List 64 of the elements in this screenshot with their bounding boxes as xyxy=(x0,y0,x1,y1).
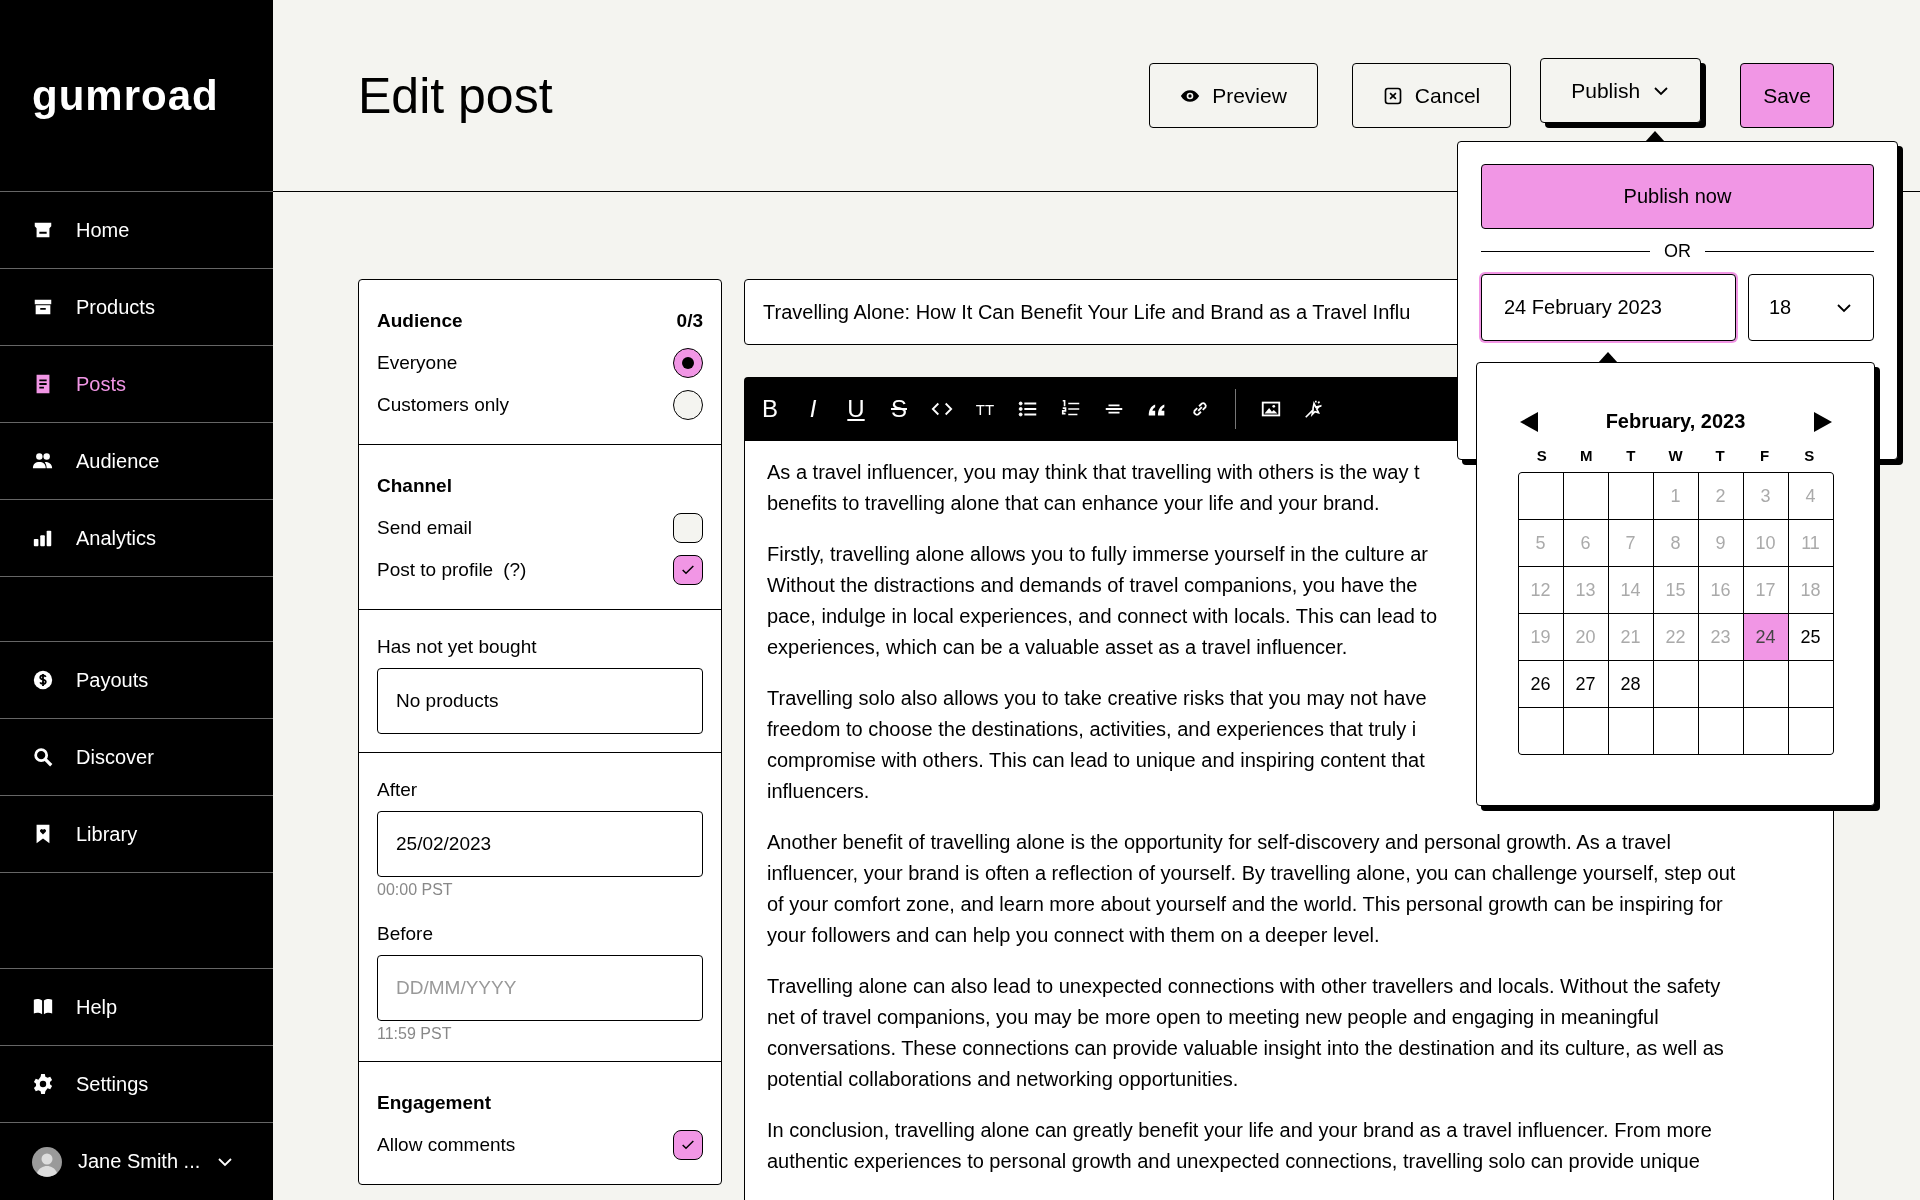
previous-month-button[interactable] xyxy=(1519,411,1538,432)
size-tool[interactable]: TT xyxy=(967,391,1003,427)
checkbox-label: Post to profile xyxy=(377,559,494,581)
cancel-button[interactable]: Cancel xyxy=(1351,63,1512,128)
weekday-label: W xyxy=(1667,447,1684,464)
close-icon xyxy=(1382,85,1403,106)
paragraph: Another benefit of travelling alone is the opportunity for self-discovery and personal growth. As a travel influencer, your brand is often a reflection of yourself. By travelling alone, you can challenge yourself, step out of your comfort zone, and learn more about yourself and the world. This personal growth can be inspiring for your followers and can help you connect with them on a deeper level. xyxy=(767,830,1736,948)
next-month-button[interactable] xyxy=(1813,411,1832,432)
radio-label: Customers only xyxy=(377,394,509,416)
logo[interactable]: gumroad xyxy=(32,71,219,120)
hour-select[interactable]: 18 xyxy=(1748,274,1874,341)
paragraph: Firstly, travelling alone allows you to fully immerse yourself in the culture ar Without the distractions and demands of travel companions, you have the pace, indulge in local experiences, and connect with locals. This can lead to experiences, which can be a valuable asset as a travel influencer. xyxy=(767,542,1438,660)
weekday-label: T xyxy=(1714,447,1726,464)
nav-icon xyxy=(32,1073,54,1095)
save-button[interactable]: Save xyxy=(1740,63,1834,128)
bullets-icon xyxy=(1017,398,1039,420)
page-title: Edit post xyxy=(358,66,553,125)
date-field[interactable]: DD/MM/YYYY xyxy=(377,955,703,1021)
weekday-label: F xyxy=(1759,447,1771,464)
date-field[interactable]: 25/02/2023 xyxy=(377,811,703,877)
help-mark[interactable]: (?) xyxy=(503,559,527,581)
calendar-day[interactable]: 27 xyxy=(1563,661,1608,707)
date-field[interactable]: 24 February 2023 xyxy=(1481,274,1736,341)
section-heading: Channel xyxy=(377,475,452,497)
underline-tool[interactable]: U xyxy=(838,391,874,427)
field-label: After xyxy=(377,779,419,801)
field-label: Before xyxy=(377,923,434,945)
strike-tool[interactable]: S xyxy=(881,391,917,427)
weekday-label: T xyxy=(1625,447,1637,464)
time-hint: 00:00 PST xyxy=(377,881,454,899)
product-field[interactable]: No products xyxy=(377,668,703,734)
radio-label: Everyone xyxy=(377,352,458,374)
user-menu[interactable]: Jane Smith ... xyxy=(0,1123,273,1200)
checkbox-label: Allow comments xyxy=(377,1134,516,1156)
checkbox[interactable] xyxy=(673,555,703,585)
calendar-day[interactable]: 25 xyxy=(1788,614,1833,660)
weekday-label: S xyxy=(1803,447,1816,464)
nav-icon xyxy=(32,669,54,691)
paragraph: Travelling alone can also lead to unexpected connections with other travellers and locals. Without the safety net of travel companions, you may be more open to meeting new people and engaging in meaningful conversations. These connections can provide valuable insight into the destination and its culture, as well as potential collaborations and networking opportunities. xyxy=(767,974,1724,1092)
divider-label: OR xyxy=(1664,241,1691,262)
count-label: 0/3 xyxy=(676,310,703,332)
italic-tool[interactable]: I xyxy=(795,391,831,427)
checkbox[interactable] xyxy=(673,1130,703,1160)
section-heading: Engagement xyxy=(377,1092,492,1114)
radio-button[interactable] xyxy=(673,348,703,378)
calendar-day[interactable]: 28 xyxy=(1608,661,1653,707)
avatar xyxy=(32,1146,62,1177)
checkbox-label: Send email xyxy=(377,517,473,539)
weekday-label: S xyxy=(1535,447,1548,464)
publish-now-button[interactable]: Publish now xyxy=(1481,164,1874,229)
preview-button[interactable]: Preview xyxy=(1149,63,1318,128)
nav-icon xyxy=(32,746,54,768)
section-heading: Audience xyxy=(377,310,463,332)
month-title: February, 2023 xyxy=(1605,410,1746,433)
weekday-label: M xyxy=(1579,447,1594,464)
paragraph: As a travel influencer, you may think that travelling with others is the way t benefits to travelling alone that can enhance your life and your brand. xyxy=(767,460,1420,516)
field-label: Has not yet bought xyxy=(377,636,538,658)
paragraph: In conclusion, travelling alone can greatly benefit your life and your brand as a travel influencer. From more authentic experiences to personal growth and unexpected connections, travelling solo can provide unique xyxy=(767,1118,1712,1174)
bold-tool[interactable]: B xyxy=(752,391,788,427)
time-hint: 11:59 PST xyxy=(377,1025,453,1043)
radio-button[interactable] xyxy=(673,390,703,420)
checkbox[interactable] xyxy=(673,513,703,543)
paragraph: Travelling solo also allows you to take creative risks that you may not have freedom to choose the destinations, activities, and experiences that truly i compromise with others. This can lead to unique and inspiring content that influencers. xyxy=(767,686,1427,804)
calendar-day[interactable]: 26 xyxy=(1518,661,1563,707)
